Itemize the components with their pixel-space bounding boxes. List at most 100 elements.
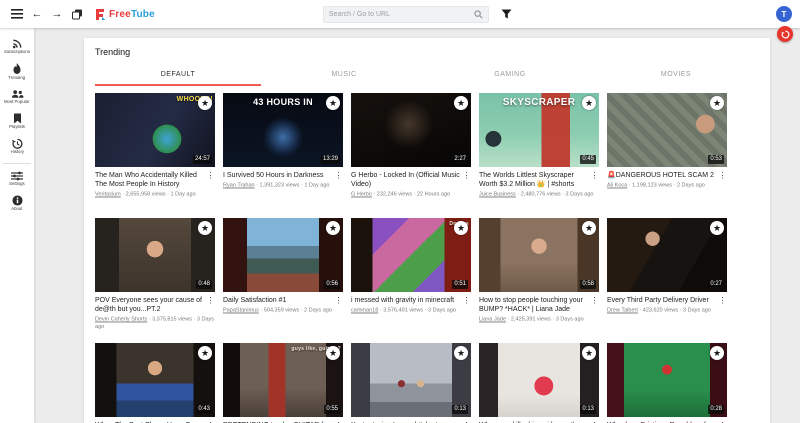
freetube-logo-icon [94,8,106,20]
sidebar-label: Subscriptions [4,50,30,54]
save-to-playlist-icon[interactable]: ★ [326,96,340,110]
tab-movies[interactable]: MOVIES [593,66,759,86]
sidebar-item-subscriptions[interactable]: Subscriptions [0,35,34,60]
video-thumbnail[interactable]: ★ 0:48 [95,218,215,292]
trending-tabs: DEFAULT MUSIC GAMING MOVIES [95,66,759,86]
kebab-menu-icon[interactable]: ⋮ [462,171,471,189]
video-thumbnail[interactable]: WHOOPS! ★ 24:57 [95,93,215,167]
save-to-playlist-icon[interactable]: ★ [582,96,596,110]
save-to-playlist-icon[interactable]: ★ [582,221,596,235]
video-thumbnail[interactable]: ★ 0:56 [223,218,343,292]
video-thumbnail[interactable]: ★ 0:53 [607,93,727,167]
brand-tube-text: Tube [131,9,155,20]
video-thumbnail[interactable]: SKYSCRAPER ★ 0:45 [479,93,599,167]
sidebar-item-settings[interactable]: Settings [0,168,34,192]
save-to-playlist-icon[interactable]: ★ [198,346,212,360]
filter-glyph [501,9,512,19]
video-title[interactable]: POV Everyone sees your cause of de@th bu… [95,296,206,314]
video-thumbnail[interactable]: ★ 0:28 [607,343,727,417]
save-to-playlist-icon[interactable]: ★ [710,96,724,110]
video-meta: Liana Jade · 2,425,391 views · 3 Days ag… [479,316,598,323]
sidebar-item-trending[interactable]: Trending [0,60,34,86]
video-card: ★ 2:27 G Herbo - Locked In (Official Mus… [351,93,471,218]
video-meta: Ali Koca · 1,198,123 views · 2 Days ago [607,182,726,189]
forward-button[interactable]: → [48,5,66,23]
save-to-playlist-icon[interactable]: ★ [454,221,468,235]
video-title[interactable]: 🚨DANGEROUS HOTEL SCAM 2 [607,171,718,180]
back-button[interactable]: ← [28,5,46,23]
save-to-playlist-icon[interactable]: ★ [454,96,468,110]
sidebar-item-playlists[interactable]: Playlists [0,110,34,135]
thumbnail-overlay-text: SKYSCRAPER [481,97,597,108]
video-title[interactable]: Daily Satisfaction #1 [223,296,334,305]
filter-icon[interactable] [498,5,516,23]
video-thumbnail[interactable]: ★ 0:27 [607,218,727,292]
freetube-logo[interactable]: FreeTube [94,8,155,20]
tab-default[interactable]: DEFAULT [95,66,261,86]
video-thumbnail[interactable]: ★ 0:13 [479,343,599,417]
video-title[interactable]: G Herbo - Locked In (Official Music Vide… [351,171,462,189]
tab-music[interactable]: MUSIC [261,66,427,86]
save-to-playlist-icon[interactable]: ★ [582,346,596,360]
video-thumbnail[interactable]: Doritos ★ 0:51 [351,218,471,292]
channel-link[interactable]: Devin Caherly Shorts [95,317,147,323]
video-title[interactable]: The Man Who Accidentally Killed The Most… [95,171,206,189]
channel-link[interactable]: Liana Jade [479,317,506,323]
search-input[interactable] [329,11,474,18]
save-to-playlist-icon[interactable]: ★ [454,346,468,360]
kebab-menu-icon[interactable]: ⋮ [590,296,599,314]
profile-avatar[interactable]: T [776,6,792,22]
channel-link[interactable]: Ali Koca [607,183,627,189]
save-to-playlist-icon[interactable]: ★ [326,346,340,360]
kebab-menu-icon[interactable]: ⋮ [462,296,471,305]
channel-link[interactable]: G Herbo [351,192,372,198]
video-thumbnail[interactable]: ★ 0:58 [479,218,599,292]
new-window-icon[interactable] [68,5,86,23]
search-icon[interactable] [474,10,483,19]
video-thumbnail[interactable]: ★ 2:27 [351,93,471,167]
views-and-age: · 2,480,776 views · 3 Days ago [516,192,594,198]
channel-link[interactable]: camman18 [351,308,378,314]
channel-link[interactable]: Drew Talbert [607,308,638,314]
channel-link[interactable]: Juice Business [479,192,516,198]
save-to-playlist-icon[interactable]: ★ [710,346,724,360]
kebab-menu-icon[interactable]: ⋮ [590,171,599,189]
sidebar-item-about[interactable]: About [0,192,34,217]
video-duration-badge: 24:57 [193,155,212,164]
kebab-menu-icon[interactable]: ⋮ [206,296,215,314]
channel-link[interactable]: Veritasium [95,192,121,198]
thumbnail-overlay-text: guys like, guitars? [225,346,341,352]
video-thumbnail[interactable]: ★ 0:13 [351,343,471,417]
video-thumbnail[interactable]: 43 HOURS IN ★ 13:29 [223,93,343,167]
refresh-button[interactable] [777,26,793,42]
video-meta: Devin Caherly Shorts · 3,375,815 views ·… [95,316,214,331]
video-title[interactable]: I Survived 50 Hours in Darkness [223,171,334,180]
save-to-playlist-icon[interactable]: ★ [710,221,724,235]
video-title[interactable]: i messed with gravity in minecraft [351,296,462,305]
channel-link[interactable]: PapaStanimus [223,308,259,314]
video-duration-badge: 0:43 [196,405,212,414]
kebab-menu-icon[interactable]: ⋮ [718,171,727,180]
hamburger-menu-icon[interactable] [8,5,26,23]
kebab-menu-icon[interactable]: ⋮ [334,171,343,180]
tab-gaming[interactable]: GAMING [427,66,593,86]
kebab-menu-icon[interactable]: ⋮ [206,171,215,189]
video-duration-badge: 0:27 [708,280,724,289]
search-bar[interactable] [323,6,489,23]
video-title[interactable]: Every Third Party Delivery Driver [607,296,718,305]
save-to-playlist-icon[interactable]: ★ [198,96,212,110]
sidebar-item-most-popular[interactable]: Most Popular [0,86,34,110]
sidebar-item-history[interactable]: History [0,135,34,160]
views-and-age: · 2,425,391 views · 3 Days ago [506,317,584,323]
thumbnail-overlay-text: Doritos [353,221,469,227]
kebab-menu-icon[interactable]: ⋮ [334,296,343,305]
save-to-playlist-icon[interactable]: ★ [198,221,212,235]
kebab-menu-icon[interactable]: ⋮ [718,296,727,305]
video-title[interactable]: How to stop people touching your BUMP? *… [479,296,590,314]
video-thumbnail[interactable]: ★ 0:43 [95,343,215,417]
video-thumbnail[interactable]: guys like, guitars? ★ 0:55 [223,343,343,417]
video-duration-badge: 13:29 [321,155,340,164]
video-title[interactable]: The Worlds Littlest Skyscraper Worth $3.… [479,171,590,189]
channel-link[interactable]: Ryan Trahan [223,183,255,189]
save-to-playlist-icon[interactable]: ★ [326,221,340,235]
